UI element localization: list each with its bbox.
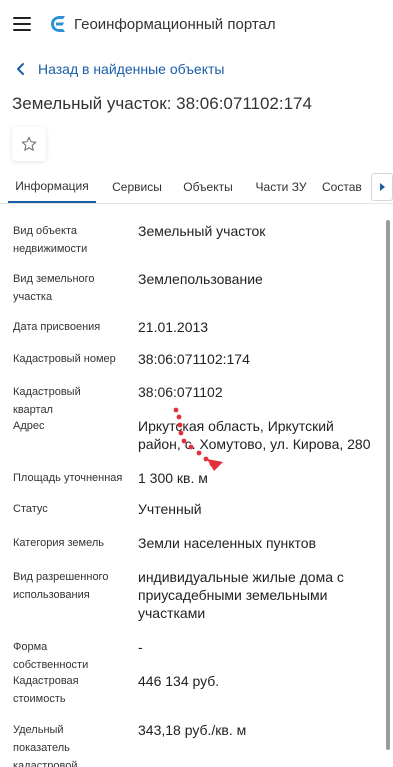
property-value: 21.01.2013 <box>138 319 209 335</box>
property-label: Вид земельного участка <box>13 273 95 303</box>
app-title: Геоинформационный портал <box>74 16 276 33</box>
property-value: 38:06:071102:174 <box>138 351 250 367</box>
property-value: 343,18 руб./кв. м <box>138 722 247 738</box>
page-title: Земельный участок: 38:06:071102:174 <box>12 94 312 113</box>
tab-parts[interactable]: Части ЗУ <box>248 170 314 203</box>
tab-composition[interactable]: Состав <box>322 170 378 203</box>
property-value: Учтенный <box>138 501 202 517</box>
tab-objects[interactable]: Объекты <box>178 170 238 203</box>
property-value: 1 300 кв. м <box>138 470 208 486</box>
property-value: индивидуальные жилые дома с приусадебным… <box>138 569 344 621</box>
property-label: Вид объекта недвижимости <box>13 225 88 255</box>
property-label: Площадь уточненная <box>13 472 123 484</box>
property-value: Земли населенных пунктов <box>138 535 317 551</box>
info-panel[interactable]: Вид объекта недвижимости Земельный участ… <box>0 206 393 767</box>
back-link-label: Назад в найденные объекты <box>38 61 225 77</box>
back-link[interactable]: Назад в найденные объекты <box>14 61 224 77</box>
property-label: Дата присвоения <box>13 321 101 333</box>
property-value: Иркутская область, Иркутский район, с. Х… <box>138 418 371 452</box>
property-value: Земельный участок <box>138 223 266 239</box>
tab-information[interactable]: Информация <box>8 170 96 203</box>
property-label: Кадастровый номер <box>13 353 116 365</box>
property-label: Вид разрешенного использования <box>13 571 109 601</box>
property-value: Землепользование <box>138 271 263 287</box>
property-label: Адрес <box>13 420 45 432</box>
chevron-left-icon <box>17 63 24 75</box>
tab-scroll-right-button[interactable] <box>371 173 393 201</box>
property-value: 38:06:071102 <box>138 384 223 400</box>
property-label: Форма собственности <box>13 641 89 671</box>
chevron-right-icon <box>380 183 385 191</box>
property-value: 446 134 руб. <box>138 673 220 689</box>
tab-bar: Информация Сервисы Объекты Части ЗУ Сост… <box>0 170 393 204</box>
favorite-button[interactable] <box>12 127 46 161</box>
hamburger-menu-icon[interactable] <box>13 17 31 31</box>
property-label: Кадастровый квартал <box>13 386 81 416</box>
property-label: Кадастровая стоимость <box>13 675 79 705</box>
property-label: Статус <box>13 503 48 515</box>
property-value: - <box>138 639 143 655</box>
tab-services[interactable]: Сервисы <box>106 170 168 203</box>
property-label: Удельный показатель кадастровой стоимост… <box>13 724 78 767</box>
star-outline-icon <box>21 136 37 151</box>
scrollbar[interactable] <box>386 220 390 750</box>
property-label: Категория земель <box>13 537 104 549</box>
top-bar: Геоинформационный портал <box>0 0 393 50</box>
logo-icon <box>51 16 65 32</box>
